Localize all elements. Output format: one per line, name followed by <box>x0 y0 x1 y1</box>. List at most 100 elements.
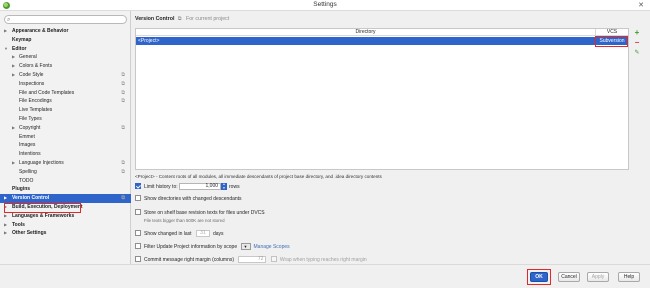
sidebar-item-label: Copyright <box>19 124 41 131</box>
sidebar-item-editor[interactable]: ▼ Editor <box>0 45 131 54</box>
sidebar-item-code-style[interactable]: ▶ Code Style ⧉ <box>0 71 131 80</box>
title-bar: Settings ✕ <box>0 0 650 11</box>
collapsed-arrow-icon[interactable]: ▶ <box>4 212 9 221</box>
sidebar-item-appearance-behavior[interactable]: ▶ Appearance & Behavior <box>0 27 131 36</box>
sidebar-item-colors-fonts[interactable]: ▶ Colors & Fonts <box>0 62 131 71</box>
collapsed-arrow-icon[interactable]: ▶ <box>12 71 17 80</box>
collapsed-arrow-icon[interactable]: ▶ <box>12 62 17 71</box>
add-icon[interactable]: + <box>631 28 643 38</box>
edit-icon[interactable]: ✎ <box>631 48 643 58</box>
sidebar-item-general[interactable]: ▶ General <box>0 53 131 62</box>
settings-tree: ▶ Appearance & Behavior Keymap ▼ Editor ▶ Gene… <box>0 27 131 238</box>
collapsed-arrow-icon[interactable]: ▶ <box>12 159 17 168</box>
page-title: Version Control <box>135 16 175 22</box>
filter-update-checkbox[interactable] <box>135 243 141 250</box>
vcs-cell[interactable]: Subversion <box>596 37 628 45</box>
manage-scopes-link[interactable]: Manage Scopes <box>254 244 290 250</box>
column-header-vcs[interactable]: VCS <box>596 29 628 36</box>
search-icon: ⌕ <box>7 17 11 23</box>
sidebar-item-todo[interactable]: TODO <box>0 177 131 186</box>
filter-update-option: Filter Update Project information by sco… <box>135 243 290 252</box>
sidebar-item-label: Spelling <box>19 168 37 175</box>
remove-icon[interactable]: − <box>631 38 643 48</box>
sidebar-item-label: Build, Execution, Deployment <box>12 203 83 210</box>
sidebar-item-languages-frameworks[interactable]: ▶ Languages & Frameworks <box>0 212 131 221</box>
sidebar-item-emmet[interactable]: Emmet <box>0 133 131 142</box>
ok-button[interactable]: OK <box>530 272 548 282</box>
sidebar-item-label: Tools <box>12 221 25 228</box>
sidebar-item-other-settings[interactable]: ▶ Other Settings <box>0 229 131 238</box>
store-shelf-hint: File texts bigger than 500K are not stor… <box>144 218 225 223</box>
sidebar-item-images[interactable]: Images <box>0 141 131 150</box>
sidebar-item-inspections[interactable]: Inspections ⧉ <box>0 80 131 89</box>
apply-button[interactable]: Apply <box>587 272 609 282</box>
commit-margin-label: Commit message right margin (columns) <box>144 257 235 263</box>
sidebar-item-version-control[interactable]: ▶ Version Control ⧉ <box>0 194 131 203</box>
vcs-mappings-table: Directory VCS <Project> Subversion <box>135 28 629 170</box>
dialog-footer: OK Cancel Apply Help <box>0 264 650 288</box>
chevron-down-icon: ▼ <box>243 244 248 250</box>
collapsed-arrow-icon[interactable]: ▶ <box>4 27 9 36</box>
close-icon[interactable]: ✕ <box>636 1 646 9</box>
sidebar-item-label: File Encodings <box>19 98 52 105</box>
commit-margin-input[interactable]: 72 <box>238 256 267 264</box>
limit-history-checkbox[interactable] <box>135 183 141 190</box>
sidebar-item-file-and-code-templates[interactable]: File and Code Templates ⧉ <box>0 89 131 98</box>
sidebar-item-label: TODO <box>19 177 34 184</box>
sidebar-item-label: Images <box>19 142 36 149</box>
sidebar-item-file-types[interactable]: File Types <box>0 115 131 124</box>
collapsed-arrow-icon[interactable]: ▶ <box>12 124 17 133</box>
sidebar-item-copyright[interactable]: ▶ Copyright ⧉ <box>0 124 131 133</box>
show-changed-checkbox[interactable] <box>135 230 141 237</box>
project-scope-icon: ⧉ <box>121 124 125 131</box>
limit-history-input[interactable]: 1,000 <box>179 183 222 191</box>
show-changed-label: Show changed in last <box>144 231 192 237</box>
wrap-margin-label: Wrap when typing reaches right margin <box>279 257 367 263</box>
sidebar-item-spelling[interactable]: Spelling ⧉ <box>0 168 131 177</box>
sidebar-item-tools[interactable]: ▶ Tools <box>0 221 131 230</box>
table-row[interactable]: <Project> Subversion <box>136 37 628 45</box>
column-header-directory[interactable]: Directory <box>136 29 596 36</box>
project-scope-icon: ⧉ <box>121 89 125 96</box>
sidebar-item-plugins[interactable]: Plugins <box>0 185 131 194</box>
cancel-button[interactable]: Cancel <box>558 272 580 282</box>
sidebar-item-label: Other Settings <box>12 230 47 237</box>
commit-margin-checkbox[interactable] <box>135 256 141 263</box>
settings-search[interactable]: ⌕ <box>4 15 127 24</box>
limit-history-spinner[interactable]: ▲ ▼ <box>221 182 228 191</box>
sidebar-item-label: Inspections <box>19 80 45 87</box>
project-scope-icon: ⧉ <box>121 168 125 175</box>
sidebar-item-label: Version Control <box>12 195 50 202</box>
show-changed-option: Show changed in last 31 days <box>135 230 224 239</box>
show-dirs-checkbox[interactable] <box>135 195 141 202</box>
filter-update-label: Filter Update Project information by sco… <box>144 244 238 250</box>
collapsed-arrow-icon[interactable]: ▶ <box>4 194 9 203</box>
show-changed-days-input[interactable]: 31 <box>195 230 210 238</box>
store-shelf-checkbox[interactable] <box>135 209 141 216</box>
scope-dropdown[interactable]: ▼ <box>240 243 251 251</box>
sidebar-item-intentions[interactable]: Intentions <box>0 150 131 159</box>
sidebar-item-keymap[interactable]: Keymap <box>0 36 131 45</box>
show-dirs-label: Show directories with changed descendant… <box>144 196 242 202</box>
sidebar-item-language-injections[interactable]: ▶ Language Injections ⧉ <box>0 159 131 168</box>
sidebar-item-label: Emmet <box>19 133 35 140</box>
sidebar-item-label: Editor <box>12 45 27 52</box>
search-input[interactable] <box>14 16 124 23</box>
collapsed-arrow-icon[interactable]: ▶ <box>12 53 17 62</box>
sidebar-item-label: Intentions <box>19 151 41 158</box>
collapsed-arrow-icon[interactable]: ▶ <box>4 203 9 212</box>
wrap-margin-checkbox[interactable] <box>270 256 277 263</box>
sidebar-item-label: Languages & Frameworks <box>12 212 75 219</box>
collapsed-arrow-icon[interactable]: ▶ <box>4 221 9 230</box>
collapsed-arrow-icon[interactable]: ▶ <box>4 229 9 238</box>
settings-content: Version Control ⧉ For current project Di… <box>131 11 650 264</box>
sidebar-item-build-execution-deployment[interactable]: ▶ Build, Execution, Deployment <box>0 203 131 212</box>
sidebar-item-label: General <box>19 54 37 61</box>
limit-history-suffix: rows <box>229 184 240 190</box>
help-button[interactable]: Help <box>618 272 640 282</box>
sidebar-item-live-templates[interactable]: Live Templates <box>0 106 131 115</box>
expanded-arrow-icon[interactable]: ▼ <box>4 45 9 54</box>
sidebar-item-label: File and Code Templates <box>19 89 75 96</box>
sidebar-item-file-encodings[interactable]: File Encodings ⧉ <box>0 97 131 106</box>
directory-cell[interactable]: <Project> <box>138 37 159 45</box>
